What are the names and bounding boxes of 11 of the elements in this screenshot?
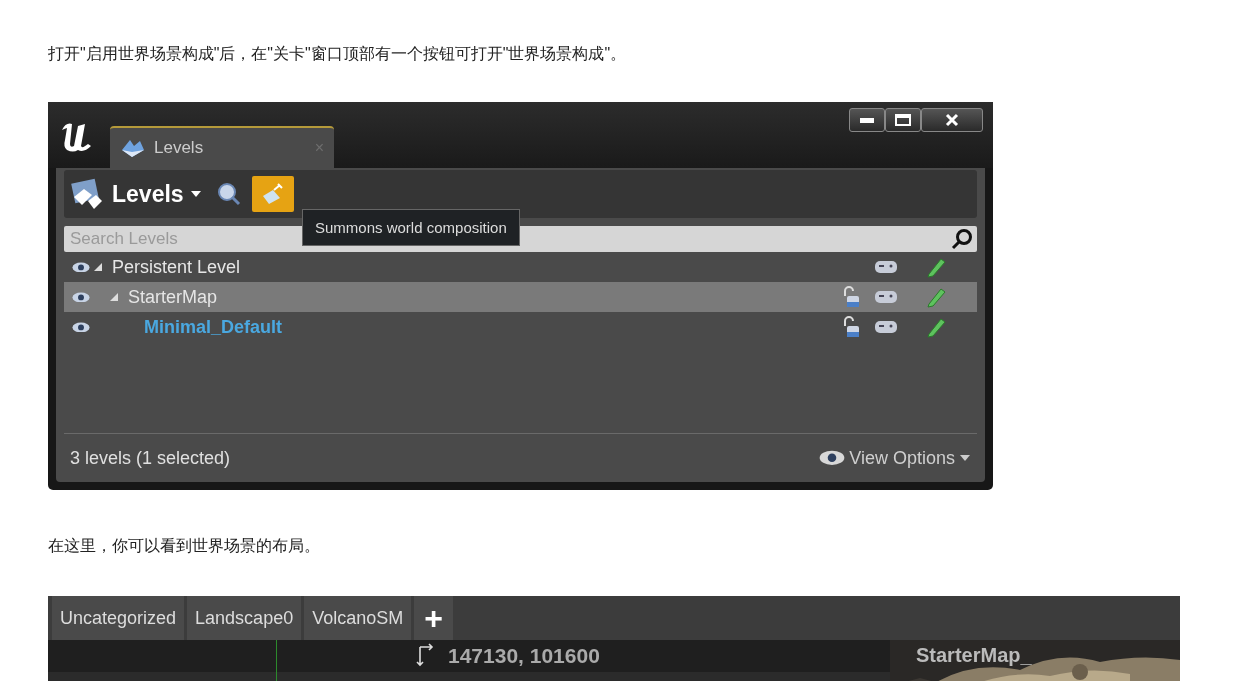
tab-label: Levels: [154, 138, 204, 158]
coordinates: 147130, 101600: [448, 644, 600, 668]
tooltip: Summons world composition: [302, 209, 520, 246]
level-name: StarterMap: [128, 286, 218, 308]
paragraph: 打开"启用世界场景构成"后，在"关卡"窗口顶部有一个按钮可打开"世界场景构成"。: [48, 44, 628, 64]
level-label: StarterMap_: [916, 644, 1032, 667]
toolbar-title: Levels: [112, 180, 184, 208]
level-name: Persistent Level: [112, 256, 241, 278]
level-name: Minimal_Default: [144, 316, 283, 338]
paragraph: 在这里，你可以看到世界场景的布局。: [48, 536, 321, 556]
level-count: 3 levels (1 selected): [70, 447, 231, 469]
